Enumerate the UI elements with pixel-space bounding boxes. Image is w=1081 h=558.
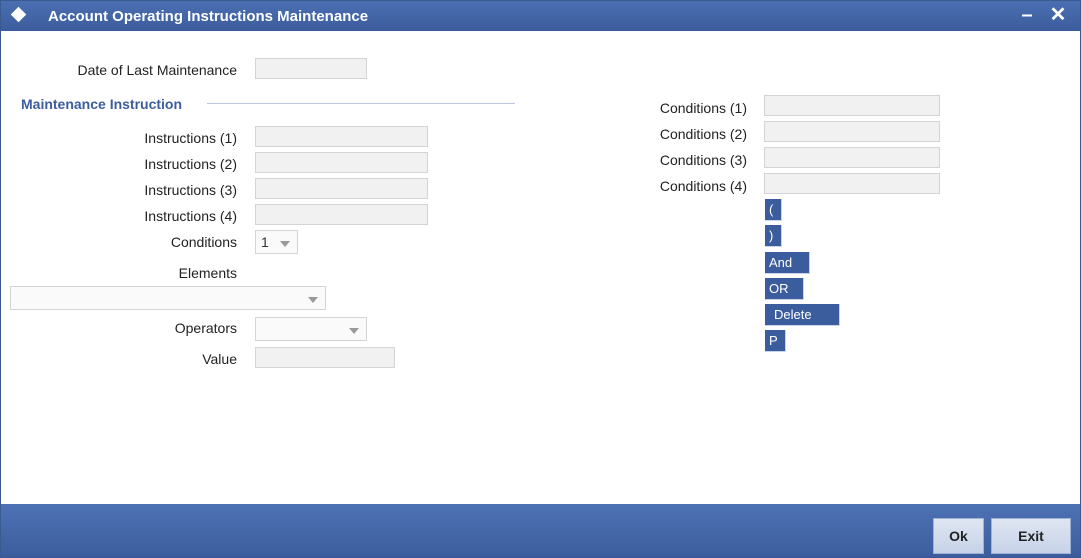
title-bar[interactable]: Account Operating Instructions Maintenan… bbox=[1, 1, 1080, 31]
conditions-1-field[interactable] bbox=[764, 95, 940, 116]
p-button[interactable]: P bbox=[765, 330, 786, 352]
value-field[interactable] bbox=[255, 347, 395, 368]
exit-button[interactable]: Exit bbox=[991, 518, 1071, 554]
minimize-button[interactable]: – bbox=[1016, 3, 1038, 27]
operators-label: Operators bbox=[174, 320, 237, 336]
chevron-down-icon bbox=[308, 297, 318, 303]
close-button[interactable]: ✕ bbox=[1046, 3, 1070, 27]
conditions-2-label: Conditions (2) bbox=[659, 126, 747, 142]
and-button[interactable]: And bbox=[765, 252, 810, 274]
date-of-last-maintenance-field[interactable] bbox=[255, 58, 367, 79]
instructions-3-label: Instructions (3) bbox=[144, 182, 237, 198]
conditions-select-value: 1 bbox=[261, 234, 269, 250]
instructions-1-field[interactable] bbox=[255, 126, 428, 147]
conditions-3-field[interactable] bbox=[764, 147, 940, 168]
conditions-2-field[interactable] bbox=[764, 121, 940, 142]
open-paren-button[interactable]: ( bbox=[765, 199, 782, 221]
elements-select[interactable] bbox=[10, 286, 326, 310]
ok-button[interactable]: Ok bbox=[933, 518, 984, 554]
instructions-4-field[interactable] bbox=[255, 204, 428, 225]
date-of-last-maintenance-label: Date of Last Maintenance bbox=[77, 62, 237, 78]
instructions-3-field[interactable] bbox=[255, 178, 428, 199]
value-label: Value bbox=[202, 351, 237, 367]
diamond-icon bbox=[10, 6, 27, 23]
section-title: Maintenance Instruction bbox=[21, 96, 183, 112]
instructions-2-field[interactable] bbox=[255, 152, 428, 173]
instructions-4-label: Instructions (4) bbox=[144, 208, 237, 224]
instructions-1-label: Instructions (1) bbox=[144, 130, 237, 146]
conditions-select[interactable]: 1 bbox=[255, 230, 298, 254]
conditions-1-label: Conditions (1) bbox=[659, 100, 747, 116]
chevron-down-icon bbox=[280, 241, 290, 247]
conditions-3-label: Conditions (3) bbox=[659, 152, 747, 168]
delete-button[interactable]: Delete bbox=[765, 304, 840, 326]
or-button[interactable]: OR bbox=[765, 278, 804, 300]
conditions-4-field[interactable] bbox=[764, 173, 940, 194]
conditions-label: Conditions bbox=[170, 234, 237, 250]
chevron-down-icon bbox=[349, 328, 359, 334]
footer-bar: Ok Exit bbox=[1, 504, 1080, 557]
operators-select[interactable] bbox=[255, 317, 367, 341]
section-divider bbox=[207, 103, 515, 104]
maintenance-window: Account Operating Instructions Maintenan… bbox=[0, 0, 1081, 558]
close-paren-button[interactable]: ) bbox=[765, 225, 782, 247]
instructions-2-label: Instructions (2) bbox=[144, 156, 237, 172]
window-title: Account Operating Instructions Maintenan… bbox=[48, 8, 369, 25]
conditions-4-label: Conditions (4) bbox=[659, 178, 747, 194]
elements-label: Elements bbox=[178, 265, 237, 281]
